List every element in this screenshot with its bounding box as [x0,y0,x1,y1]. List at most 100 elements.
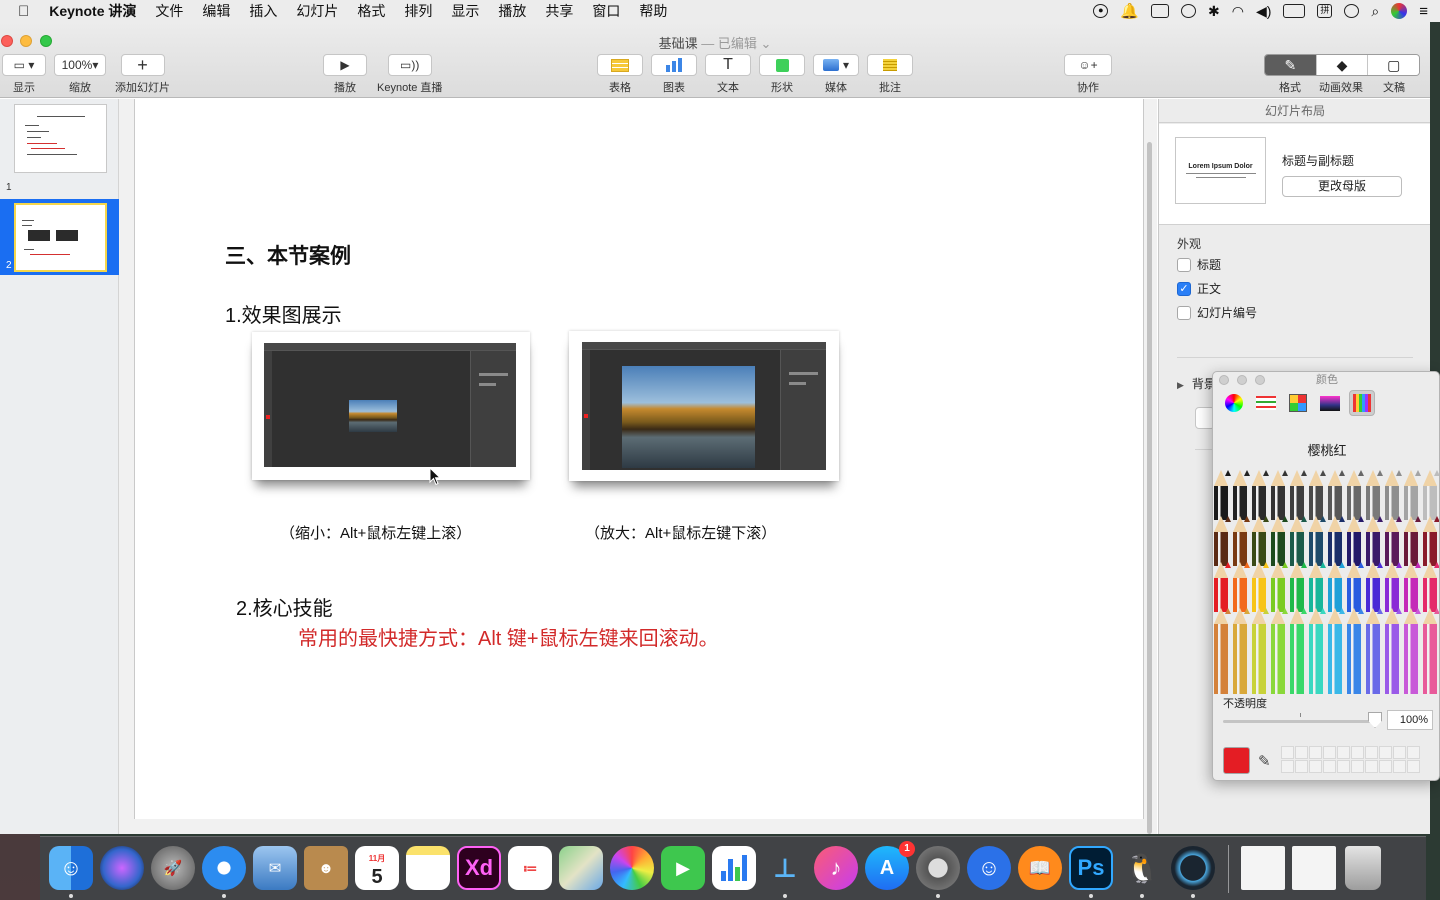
tab-animate[interactable]: 动画效果 [1319,79,1363,95]
opacity-slider-knob[interactable] [1368,712,1382,728]
empty-swatch[interactable] [1393,760,1406,773]
wifi-icon[interactable]: ◠ [1232,3,1244,20]
color-wheel-icon[interactable] [1221,390,1247,416]
pencil-swatch[interactable] [1214,470,1231,520]
pencil-swatch[interactable] [1404,608,1421,694]
pencil-swatch[interactable] [1347,608,1364,694]
volume-icon[interactable]: ◀) [1256,3,1271,20]
opacity-field[interactable]: 100% [1387,710,1433,730]
empty-swatch[interactable] [1337,746,1350,759]
xd-icon[interactable]: Xd [457,846,501,890]
notification-bell-icon[interactable]: 🔔 [1120,2,1139,20]
pencil-swatch[interactable] [1271,470,1288,520]
color-palettes-icon[interactable] [1285,390,1311,416]
slide-thumbnail-1[interactable] [14,104,107,173]
calendar-icon[interactable]: 11月 5 [355,846,399,890]
empty-swatch[interactable] [1281,746,1294,759]
pencil-swatch[interactable] [1290,516,1307,566]
empty-swatch[interactable] [1309,746,1322,759]
menu-slide[interactable]: 幻灯片 [296,1,338,21]
screenshot-zoomed-out[interactable] [252,332,530,480]
pencil-swatch[interactable] [1385,608,1402,694]
spotlight-search-icon[interactable]: ⌕ [1371,3,1379,20]
safari-icon[interactable]: ✦ [202,846,246,890]
menu-edit[interactable]: 编辑 [202,1,230,21]
pencil-swatch[interactable] [1366,516,1383,566]
launchpad-icon[interactable]: 🚀 [151,846,195,890]
empty-swatch[interactable] [1365,760,1378,773]
caption-zoom-out[interactable]: （缩小：Alt+鼠标左键上滚） [280,522,471,543]
chart-button[interactable]: 图表 [651,54,697,96]
pencil-swatch[interactable] [1404,516,1421,566]
books-icon[interactable]: 📖 [1018,846,1062,890]
pencil-swatch[interactable] [1385,516,1402,566]
facetime-icon[interactable]: ▶ [661,846,705,890]
pencil-swatch[interactable] [1290,470,1307,520]
document-title[interactable]: 基础课 — 已编辑 ⌄ [0,33,1430,52]
photoshop-icon[interactable]: Ps [1069,846,1113,890]
pencil-swatch[interactable] [1233,608,1250,694]
pencil-swatch[interactable] [1290,608,1307,694]
custom-swatches[interactable] [1281,746,1420,773]
mail-icon[interactable]: ✉ [253,846,297,890]
menu-app-name[interactable]: Keynote 讲演 [49,1,136,21]
pencil-swatch[interactable] [1309,470,1326,520]
menu-window[interactable]: 窗口 [592,1,620,21]
notes-icon[interactable] [406,846,450,890]
slide[interactable]: 三、本节案例 1.效果图展示 （缩小：Alt+鼠标左键上滚） （放大：Alt+鼠… [134,99,1144,819]
pencil-swatch[interactable] [1214,608,1231,694]
eyedropper-icon[interactable]: ✎ [1258,752,1271,770]
change-master-button[interactable]: 更改母版 [1282,176,1402,197]
browser-icon[interactable]: ☺ [967,846,1011,890]
title-option[interactable]: 标题 [1177,256,1221,273]
pencil-swatch[interactable] [1214,516,1231,566]
pencil-swatch[interactable] [1366,608,1383,694]
body-checkbox[interactable]: ✓ [1177,281,1191,296]
pencil-swatch[interactable] [1423,470,1439,520]
empty-swatch[interactable] [1351,746,1364,759]
screenshot-zoomed-in[interactable] [569,331,839,481]
display-icon[interactable] [1151,4,1169,18]
pencil-swatch[interactable] [1328,608,1345,694]
pencil-swatch[interactable] [1271,516,1288,566]
image-palettes-icon[interactable] [1317,390,1343,416]
body-option[interactable]: ✓ 正文 [1177,280,1221,297]
qq-icon[interactable]: 🐧 [1120,846,1164,890]
pencil-swatch[interactable] [1328,470,1345,520]
pencil-swatch[interactable] [1347,470,1364,520]
pencil-swatch[interactable] [1347,516,1364,566]
pencil-swatch[interactable] [1366,562,1383,612]
numbers-icon[interactable] [712,846,756,890]
finder-icon[interactable]: ☺ [49,846,93,890]
format-brush-icon[interactable]: ✎ [1265,55,1316,75]
maps-icon[interactable] [559,846,603,890]
title-checkbox[interactable] [1177,257,1191,272]
menu-file[interactable]: 文件 [155,1,183,21]
pencil-swatch[interactable] [1252,562,1269,612]
pencil-swatch[interactable] [1404,562,1421,612]
table-button[interactable]: 表格 [597,54,643,96]
empty-swatch[interactable] [1337,760,1350,773]
color-sliders-icon[interactable] [1253,390,1279,416]
animate-diamond-icon[interactable]: ◆ [1315,55,1368,75]
slide-number-option[interactable]: 幻灯片编号 [1177,304,1257,321]
comment-button[interactable]: 批注 [867,54,913,96]
empty-swatch[interactable] [1407,746,1420,759]
empty-swatch[interactable] [1323,746,1336,759]
menu-play[interactable]: 播放 [498,1,526,21]
empty-swatch[interactable] [1323,760,1336,773]
empty-swatch[interactable] [1281,760,1294,773]
opacity-slider[interactable] [1223,720,1375,723]
document-page-icon[interactable]: ▢ [1367,55,1419,75]
quicktime-icon[interactable] [1171,846,1215,890]
layout-thumbnail[interactable]: Lorem Ipsum Dolor [1175,137,1266,204]
play-button[interactable]: ▶ 播放 [323,54,367,96]
contacts-icon[interactable]: ☻ [304,846,348,890]
reminders-icon[interactable]: ≔ [508,846,552,890]
zoom-menu[interactable]: 100% ▾ 缩放 [54,54,106,96]
empty-swatch[interactable] [1393,746,1406,759]
creative-cloud-icon[interactable] [1181,4,1196,18]
add-slide-button[interactable]: + 添加幻灯片 [115,54,170,96]
menu-format[interactable]: 格式 [357,1,385,21]
slide-heading[interactable]: 三、本节案例 [225,240,351,270]
